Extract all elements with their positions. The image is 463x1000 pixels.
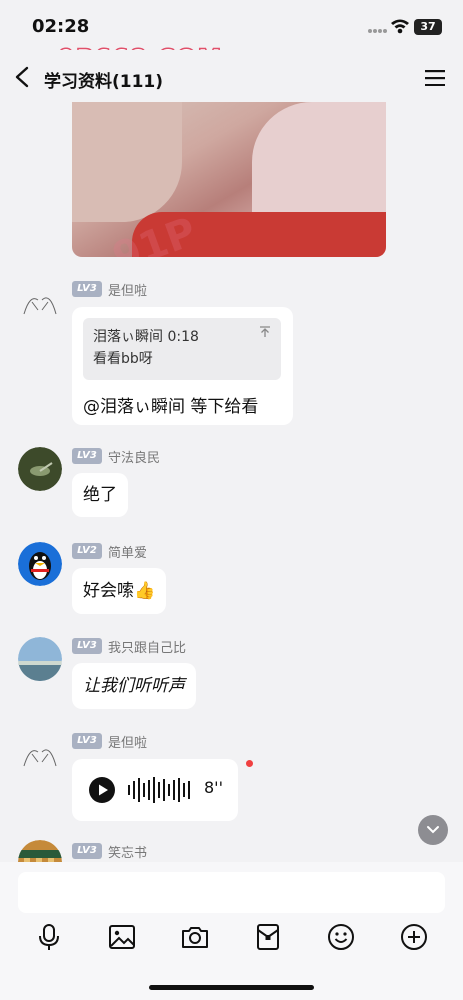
navigation-bar: 学习资料(111) [0, 50, 463, 102]
quoted-message[interactable]: 泪落ぃ瞬间 0:18 看看bb呀 [83, 318, 281, 380]
chat-message-list[interactable]: 91P LV3 是但啦 泪落ぃ瞬间 0:18 看看bb呀 @泪落ぃ瞬间 等下给看… [0, 102, 463, 862]
emoji-icon[interactable] [326, 922, 356, 952]
chevron-down-icon [427, 826, 439, 834]
avatar[interactable] [18, 447, 62, 491]
nickname[interactable]: 简单爱 [108, 542, 147, 561]
play-icon[interactable] [89, 777, 115, 803]
voice-message-bubble[interactable]: 8'' [72, 759, 238, 821]
wifi-icon [391, 19, 409, 34]
nickname[interactable]: 是但啦 [108, 732, 147, 751]
message-input[interactable] [18, 872, 445, 913]
avatar[interactable] [18, 637, 62, 681]
level-badge: LV3 [72, 281, 102, 297]
level-badge: LV3 [72, 638, 102, 654]
avatar[interactable] [18, 840, 62, 862]
waveform-icon [128, 777, 190, 803]
level-badge: LV3 [72, 843, 102, 859]
jump-to-icon[interactable] [259, 326, 271, 338]
menu-icon[interactable] [425, 70, 445, 86]
avatar[interactable] [18, 280, 62, 324]
signal-icon [368, 29, 387, 33]
level-badge: LV3 [72, 733, 102, 749]
home-indicator [149, 985, 314, 990]
input-panel [0, 862, 463, 1000]
back-arrow-icon[interactable] [14, 66, 30, 88]
camera-icon[interactable] [180, 922, 210, 952]
voice-duration: 8'' [204, 778, 223, 797]
battery-icon: 37 [414, 19, 442, 35]
quoted-text: 看看bb呀 [93, 351, 153, 367]
nickname[interactable]: 是但啦 [108, 280, 147, 299]
quoted-sender: 泪落ぃ瞬间 0:18 [93, 329, 199, 345]
nickname[interactable]: 我只跟自己比 [108, 637, 186, 656]
message-text: @泪落ぃ瞬间 等下给看 [83, 397, 259, 417]
image-message[interactable]: 91P [72, 102, 386, 257]
nickname[interactable]: 守法良民 [108, 447, 160, 466]
status-bar: 02:28 37 [0, 0, 463, 50]
microphone-icon[interactable] [34, 922, 64, 952]
message-bubble[interactable]: 绝了 [72, 473, 128, 517]
level-badge: LV2 [72, 543, 102, 559]
message-bubble[interactable]: 让我们听听声 [72, 663, 196, 709]
image-icon[interactable] [107, 922, 137, 952]
message-bubble[interactable]: 好会嗦👍 [72, 568, 167, 614]
level-badge: LV3 [72, 448, 102, 464]
unread-dot [246, 760, 253, 767]
status-time: 02:28 [32, 16, 90, 37]
scroll-to-bottom-button[interactable] [418, 815, 448, 845]
red-packet-icon[interactable] [253, 922, 283, 952]
chat-title: 学习资料(111) [44, 72, 164, 92]
avatar[interactable] [18, 542, 62, 586]
avatar[interactable] [18, 732, 62, 776]
nickname[interactable]: 笑忘书 [108, 842, 147, 861]
plus-icon[interactable] [399, 922, 429, 952]
